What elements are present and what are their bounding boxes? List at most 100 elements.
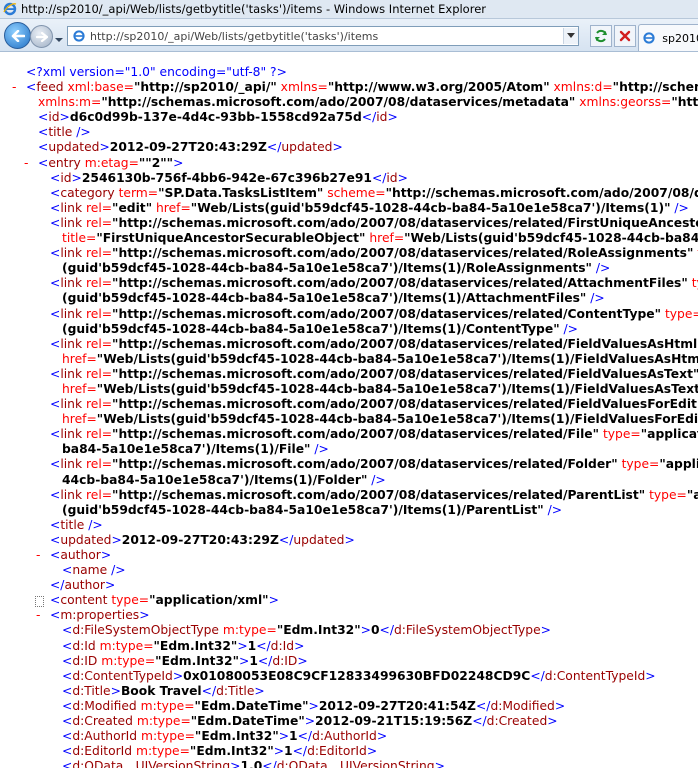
page-icon — [71, 28, 87, 44]
xml-token: d:Created — [486, 714, 548, 729]
xml-token: > — [540, 623, 551, 638]
xml-token: > — [360, 623, 371, 638]
xml-token: (guid'b59dcf45-1028-44cb-ba84-5a10e1e58c… — [62, 291, 587, 306]
xml-token: > — [294, 638, 305, 653]
xml-token: </ — [278, 532, 294, 547]
back-button[interactable] — [4, 22, 31, 49]
xml-token: > — [100, 548, 112, 562]
xml-token: < — [50, 487, 61, 502]
xml-token: "http://sp2010/_api/" — [133, 80, 277, 95]
browser-tab[interactable]: sp2010 — [638, 24, 698, 51]
xml-token: </ — [201, 683, 217, 698]
xml-token: "http: — [671, 95, 698, 110]
xml-line: <d:AuthorId m:type="Edm.Int32">1</d:Auth… — [0, 729, 698, 744]
xml-line: (guid'b59dcf45-1028-44cb-ba84-5a10e1e58c… — [0, 503, 698, 518]
xml-token: content — [60, 593, 108, 608]
xml-token: d:ID — [72, 653, 98, 668]
xml-token: type= — [645, 487, 687, 502]
refresh-button[interactable] — [590, 25, 612, 47]
xml-line: <link rel="http://schemas.microsoft.com/… — [0, 488, 698, 503]
xml-token: "http://schemas.microsoft.com/ado/2007/0… — [112, 427, 600, 442]
forward-button[interactable] — [30, 25, 53, 48]
xml-token: /> — [559, 321, 578, 336]
xml-token: < — [62, 653, 73, 668]
xml-token: "http://schemas.microsoft.com/ado/2007/0… — [112, 276, 688, 291]
xml-token: < — [50, 593, 61, 608]
xml-line: (guid'b59dcf45-1028-44cb-ba84-5a10e1e58c… — [0, 261, 698, 276]
xml-token: > — [308, 698, 319, 713]
xml-token: < — [62, 623, 73, 638]
xml-token: d:OData__UIVersionString — [276, 759, 435, 768]
tab-label: sp2010 — [662, 31, 698, 45]
xml-line: <?xml version="1.0" encoding="utf-8" ?> — [0, 65, 698, 80]
collapse-toggle[interactable]: - — [12, 80, 16, 95]
xml-line: <d:ID m:type="Edm.Int32">1</d:ID> — [0, 654, 698, 669]
xml-token: "http://schema — [612, 80, 698, 95]
xml-token: "Web/Lists(guid'b59dcf45-1028-44cb-ba84-… — [96, 412, 698, 427]
xml-token: < — [50, 548, 61, 562]
xml-token: > — [366, 744, 378, 759]
xml-token: type= — [664, 306, 698, 321]
recent-pages-button[interactable] — [54, 30, 64, 42]
xml-token: </ — [297, 729, 313, 744]
xml-token: category — [60, 185, 115, 200]
xml-token: "http://schemas.microsoft.com/ado/2007/0… — [112, 215, 698, 230]
xml-token: link — [60, 427, 83, 442]
xml-token: "Web/Lists(guid'b59dcf45-1028-44cb-ba84-… — [190, 200, 671, 215]
xml-token: xmlns:georss= — [575, 95, 672, 110]
address-dropdown-button[interactable] — [563, 28, 578, 44]
back-arrow-icon — [11, 29, 25, 42]
xml-token: d:Modified — [72, 698, 137, 713]
xml-token: <?xml version="1.0" encoding="utf-8" ?> — [26, 65, 287, 79]
xml-line: (guid'b59dcf45-1028-44cb-ba84-5a10e1e58c… — [0, 322, 698, 337]
xml-token: updated — [48, 140, 100, 155]
xml-token: < — [62, 668, 73, 683]
collapse-toggle[interactable]: - — [36, 608, 40, 623]
xml-token: m:type= — [219, 623, 277, 638]
xml-line: (guid'b59dcf45-1028-44cb-ba84-5a10e1e58c… — [0, 291, 698, 306]
xml-token: < — [26, 80, 37, 95]
xml-token: </ — [262, 759, 277, 768]
xml-token: /> — [586, 291, 605, 306]
xml-line: <link rel="http://schemas.microsoft.com/… — [0, 337, 698, 352]
xml-line: <d:Created m:type="Edm.DateTime">2012-09… — [0, 714, 698, 729]
xml-token: < — [38, 140, 49, 155]
xml-token: ty — [693, 246, 698, 260]
xml-token: 2012-09-21T15:19:56Z — [315, 714, 473, 729]
xml-token: < — [50, 366, 61, 381]
stop-button[interactable] — [614, 25, 636, 47]
xml-line: <link rel="http://schemas.microsoft.com/… — [0, 216, 698, 231]
xml-token: rel= — [82, 336, 113, 351]
xml-token: entry — [48, 155, 81, 170]
xml-line: - <m:properties> — [0, 608, 698, 623]
xml-token: </ — [256, 638, 271, 653]
xml-line: <d:EditorId m:type="Edm.Int32">1</d:Edit… — [0, 744, 698, 759]
xml-token: < — [50, 200, 61, 215]
xml-token: (guid'b59dcf45-1028-44cb-ba84-5a10e1e58c… — [62, 261, 592, 276]
xml-token: ""2"" — [138, 155, 174, 170]
xml-token: xml:base= — [63, 80, 134, 95]
xml-token: d:Title — [72, 683, 111, 698]
xml-token: rel= — [82, 487, 113, 502]
xml-token: > — [237, 638, 248, 653]
xml-token: </ — [292, 744, 308, 759]
xml-token: "applicatio — [640, 427, 698, 442]
xml-token: d:Created — [72, 714, 133, 729]
collapse-toggle[interactable]: - — [36, 548, 40, 563]
address-bar[interactable]: http://sp2010/_api/Web/lists/getbytitle(… — [67, 26, 579, 46]
xml-line: <d:Modified m:type="Edm.DateTime">2012-0… — [0, 699, 698, 714]
xml-line: </author> — [0, 578, 698, 593]
xml-token: id — [48, 110, 60, 125]
xml-token: < — [50, 246, 61, 261]
address-url[interactable]: http://sp2010/_api/Web/lists/getbytitle(… — [90, 30, 563, 43]
xml-token: rel= — [82, 397, 113, 412]
collapse-toggle[interactable] — [35, 596, 44, 608]
xml-token: link — [60, 397, 83, 412]
xml-token: < — [62, 744, 73, 759]
xml-token: d:ContentTypeId — [72, 668, 173, 683]
xml-token: d6c0d99b-137e-4d4c-93bb-1558cd92a75d — [69, 110, 362, 125]
xml-token: < — [62, 759, 73, 768]
xml-token: /> — [72, 125, 91, 140]
xml-token: 1.0 — [240, 759, 263, 768]
collapse-toggle[interactable]: - — [24, 156, 28, 171]
